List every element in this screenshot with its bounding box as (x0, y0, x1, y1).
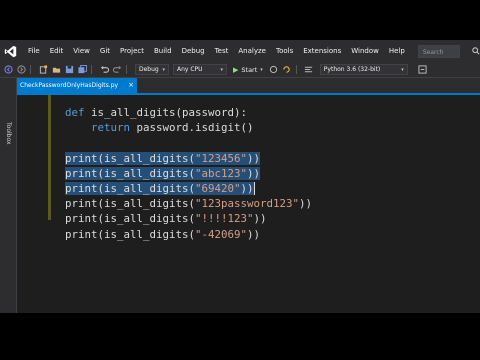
menu-analyze[interactable]: Analyze (233, 40, 271, 62)
selected-code: print(is_all_digits("abc123")) (65, 166, 261, 180)
chevron-down-icon: ▾ (220, 66, 223, 73)
attach-icon[interactable] (269, 65, 279, 75)
string-token: "!!!!123" (195, 212, 254, 226)
menu-bar: File Edit View Git Project Build Debug T… (0, 40, 480, 69)
code-token: print(is_all_digits( (65, 166, 196, 180)
code-line[interactable]: print(is_all_digits("123password123")) (65, 196, 312, 211)
redo-icon[interactable] (112, 65, 122, 75)
chevron-down-icon: ▾ (260, 66, 263, 73)
new-project-icon[interactable] (38, 65, 48, 75)
menu-view[interactable]: View (68, 40, 95, 62)
code-content: def is_all_digits(password): (65, 106, 247, 119)
search-icon[interactable] (472, 47, 480, 56)
menu-help[interactable]: Help (384, 40, 410, 62)
code-line[interactable]: print(is_all_digits("!!!!123")) (65, 211, 312, 226)
code-line[interactable]: print(is_all_digits("123456")) (65, 151, 312, 166)
play-icon: ▶ (233, 65, 239, 74)
open-folder-icon[interactable] (51, 65, 61, 75)
code-token: )) (253, 212, 267, 226)
menu-file[interactable]: File (23, 40, 45, 62)
toolbar-separator (295, 65, 297, 74)
code-line[interactable]: print(is_all_digits("abc123")) (65, 166, 312, 181)
code-token: )) (299, 197, 313, 211)
platform-value: Any CPU (177, 65, 203, 73)
code-token: )) (247, 151, 261, 165)
code-editor[interactable]: def is_all_digits(password): return pass… (17, 95, 480, 313)
menu-debug[interactable]: Debug (177, 40, 210, 62)
toolbox-label[interactable]: Toolbox (5, 122, 12, 145)
search-input[interactable]: Search (Ctrl+Q) (417, 44, 460, 69)
menu-test[interactable]: Test (210, 40, 234, 62)
visual-studio-logo-icon[interactable] (4, 44, 17, 58)
string-token: "123456" (195, 151, 248, 165)
toolbar-separator (126, 65, 127, 74)
navigate-forward-icon[interactable] (16, 65, 26, 75)
ide-window: File Edit View Git Project Build Debug T… (0, 40, 480, 313)
save-all-icon[interactable] (77, 65, 87, 75)
string-token: "69420" (195, 181, 241, 195)
keyword-token: def (65, 106, 92, 119)
toolbar-separator (30, 65, 31, 74)
change-tracking-margin (48, 95, 51, 220)
code-content: print(is_all_digits("-42069")) (65, 228, 260, 241)
start-label: Start (241, 65, 258, 74)
platform-dropdown[interactable]: Any CPU ▾ (173, 64, 227, 75)
code-token: )) (240, 181, 254, 195)
tab-label: CheckPasswordOnlyHasDigits.py (20, 82, 119, 89)
string-token: "abc123" (195, 166, 248, 180)
toolbar: Debug ▾ Any CPU ▾ ▶ Start ▾ Python 3.6 (… (0, 62, 480, 78)
code-line[interactable]: return password.isdigit() (65, 120, 312, 135)
menu-extensions[interactable]: Extensions (298, 40, 346, 62)
interpreter-value: Python 3.6 (32-bit) (323, 65, 381, 73)
python-environments-icon[interactable] (418, 65, 428, 75)
code-token: print(is_all_digits( (65, 181, 196, 195)
code-line[interactable]: def is_all_digits(password): (65, 105, 312, 120)
code-token: is_all_digits(password): (91, 106, 248, 119)
undo-icon[interactable] (99, 65, 109, 75)
code-token: print(is_all_digits( (65, 212, 196, 226)
code-token: )) (247, 227, 261, 241)
keyword-token: return (91, 121, 137, 135)
code-line[interactable]: print(is_all_digits("69420")) (65, 181, 312, 196)
comment-icon[interactable] (304, 65, 314, 75)
chevron-down-icon: ▾ (162, 66, 165, 73)
tab-check-password-file[interactable]: CheckPasswordOnlyHasDigits.py × (17, 78, 137, 93)
menu-window[interactable]: Window (346, 40, 384, 62)
save-icon[interactable] (64, 65, 74, 75)
navigate-back-icon[interactable] (3, 65, 13, 75)
code-content: print(is_all_digits("!!!!123")) (65, 212, 267, 225)
code-token: )) (247, 166, 261, 180)
code-token: print(is_all_digits( (65, 197, 196, 211)
text-cursor (253, 182, 255, 196)
code-text[interactable]: def is_all_digits(password): return pass… (65, 105, 312, 242)
menu-git[interactable]: Git (95, 40, 115, 62)
selected-code: print(is_all_digits("123456")) (65, 151, 261, 165)
code-line[interactable] (65, 135, 312, 150)
string-token: "123password123" (195, 197, 300, 211)
python-interpreter-dropdown[interactable]: Python 3.6 (32-bit) ▾ (319, 64, 408, 75)
code-content: print(is_all_digits("123password123")) (65, 197, 312, 210)
configuration-dropdown[interactable]: Debug ▾ (135, 64, 169, 75)
menu-build[interactable]: Build (149, 40, 177, 62)
start-button[interactable]: ▶ Start ▾ (233, 64, 263, 75)
code-line[interactable]: print(is_all_digits("-42069")) (65, 227, 312, 242)
document-tab-strip: CheckPasswordOnlyHasDigits.py × (17, 78, 480, 95)
menu-edit[interactable]: Edit (45, 40, 69, 62)
code-token: password.isdigit() (136, 121, 254, 135)
menu-project[interactable]: Project (115, 40, 149, 62)
selected-code: print(is_all_digits("69420")) (65, 181, 254, 195)
configuration-value: Debug (139, 65, 159, 73)
toolbox-strip[interactable]: Toolbox (0, 78, 17, 313)
string-token: "-42069" (195, 227, 248, 241)
code-content: return password.isdigit() (91, 121, 254, 134)
toolbar-separator (91, 65, 92, 74)
close-icon[interactable]: × (128, 78, 134, 93)
chevron-down-icon: ▾ (401, 66, 404, 73)
menu-tools[interactable]: Tools (271, 40, 298, 62)
code-token: print(is_all_digits( (65, 151, 196, 165)
hot-reload-icon[interactable] (282, 65, 292, 75)
code-token: print(is_all_digits( (65, 227, 196, 241)
